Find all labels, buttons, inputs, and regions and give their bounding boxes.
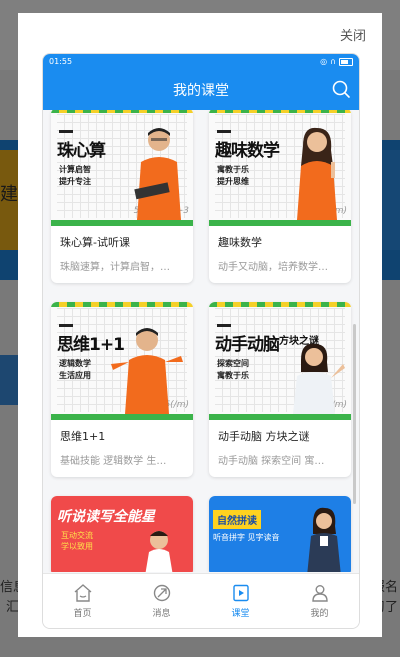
course-card[interactable]: 珠心算 计算启智 提升专注 5(/m) 34-+3 珠心算 bbox=[51, 110, 193, 283]
course-thumbnail: 思维1+1 逻辑数学 生活应用 5(/m) bbox=[51, 302, 193, 420]
course-description: 动手又动脑，培养数学… bbox=[218, 262, 328, 273]
teacher-photo bbox=[134, 128, 181, 220]
course-grid: 珠心算 计算启智 提升专注 5(/m) 34-+3 珠心算 bbox=[43, 110, 359, 572]
tab-messages[interactable]: 消息 bbox=[122, 574, 201, 628]
promo-subtitle: 听音拼字 见字读音 bbox=[213, 533, 280, 542]
status-icons: ◎ ∩ bbox=[320, 57, 353, 66]
thumbnail-subtitle: 寓教于乐 提升思维 bbox=[217, 165, 249, 186]
teacher-photo bbox=[293, 343, 345, 414]
course-card[interactable]: 自然拼读 听音拼字 见字读音 bbox=[209, 496, 351, 572]
page-title: 我的课堂 bbox=[173, 82, 229, 99]
thumbnail-title: 珠心算 bbox=[57, 141, 106, 161]
tab-label: 首页 bbox=[73, 609, 92, 619]
course-description: 珠脑速算，计算启智，… bbox=[60, 262, 170, 273]
location-icon: ◎ bbox=[320, 57, 328, 66]
thumbnail-title: 趣味数学 bbox=[215, 141, 280, 161]
promo-banner: 听说读写全能星 互动交流 学以致用 bbox=[51, 496, 193, 572]
phone-preview: 01:55 ◎ ∩ 我的课堂 珠心算 计算启智 提升专注 珠心算-试听课 珠脑速… bbox=[42, 53, 360, 629]
thumbnail-subtitle: 计算启智 提升专注 bbox=[59, 165, 91, 186]
tab-label: 我的 bbox=[310, 609, 329, 619]
search-icon[interactable] bbox=[331, 79, 351, 99]
course-card[interactable]: 思维1+1 逻辑数学 生活应用 5(/m) 思维1+1 基础技能 逻辑数学 生… bbox=[51, 302, 193, 477]
tab-profile[interactable]: 我的 bbox=[280, 574, 359, 628]
bottom-tab-bar: 首页 消息 课堂 我的 bbox=[43, 573, 359, 628]
course-title: 珠心算-试听课 bbox=[60, 236, 130, 249]
thumbnail-subtitle: 探索空间 寓教于乐 bbox=[217, 359, 249, 380]
course-thumbnail: 珠心算 计算启智 提升专注 5(/m) 34-+3 bbox=[51, 110, 193, 226]
classroom-icon bbox=[232, 584, 249, 602]
course-card[interactable]: 听说读写全能星 互动交流 学以致用 bbox=[51, 496, 193, 572]
message-icon bbox=[153, 584, 170, 602]
course-title: 动手动脑 方块之谜 bbox=[218, 430, 310, 443]
promo-headline: 听说读写全能星 bbox=[57, 509, 155, 525]
course-title: 趣味数学 bbox=[218, 236, 262, 249]
teacher-photo bbox=[111, 328, 183, 414]
tab-classroom[interactable]: 课堂 bbox=[201, 574, 280, 628]
scrollbar[interactable] bbox=[353, 324, 356, 504]
tab-label: 课堂 bbox=[231, 609, 250, 619]
preview-modal: 关闭 01:55 ◎ ∩ 我的课堂 珠心算 计算启智 提升专注 珠心算-试听课 … bbox=[18, 13, 382, 637]
student-photo bbox=[145, 531, 173, 572]
course-description: 动手动脑 探索空间 寓… bbox=[218, 456, 325, 467]
battery-icon bbox=[339, 57, 353, 66]
promo-banner: 自然拼读 听音拼字 见字读音 bbox=[209, 496, 351, 572]
home-icon bbox=[74, 584, 91, 602]
thumbnail-subtitle: 逻辑数学 生活应用 bbox=[59, 359, 91, 380]
course-thumbnail: 趣味数学 寓教于乐 提升思维 5(/m) bbox=[209, 110, 351, 226]
course-card[interactable]: 趣味数学 寓教于乐 提升思维 5(/m) 趣味数学 动手又动脑，培养 bbox=[209, 110, 351, 283]
profile-icon bbox=[311, 585, 328, 602]
course-title: 思维1+1 bbox=[60, 430, 106, 443]
tab-home[interactable]: 首页 bbox=[43, 574, 122, 628]
promo-headline: 自然拼读 bbox=[213, 510, 261, 529]
close-button[interactable]: 关闭 bbox=[340, 25, 366, 44]
status-bar: 01:55 ◎ ∩ bbox=[43, 54, 359, 69]
course-thumbnail: 动手动脑 方块之谜 探索空间 寓教于乐 5(/m) bbox=[209, 302, 351, 420]
tab-label: 消息 bbox=[152, 609, 171, 619]
status-time: 01:55 bbox=[49, 57, 73, 66]
teacher-photo bbox=[297, 127, 337, 220]
teacher-photo bbox=[307, 507, 341, 572]
promo-subtitle: 互动交流 学以致用 bbox=[61, 531, 93, 551]
course-card[interactable]: 动手动脑 方块之谜 探索空间 寓教于乐 5(/m) 动手动脑 方块之谜 动手动脑… bbox=[209, 302, 351, 477]
course-description: 基础技能 逻辑数学 生… bbox=[60, 456, 167, 467]
nav-bar: 我的课堂 bbox=[43, 69, 359, 110]
headphone-icon: ∩ bbox=[330, 57, 336, 66]
thumbnail-title: 动手动脑 bbox=[215, 335, 280, 355]
